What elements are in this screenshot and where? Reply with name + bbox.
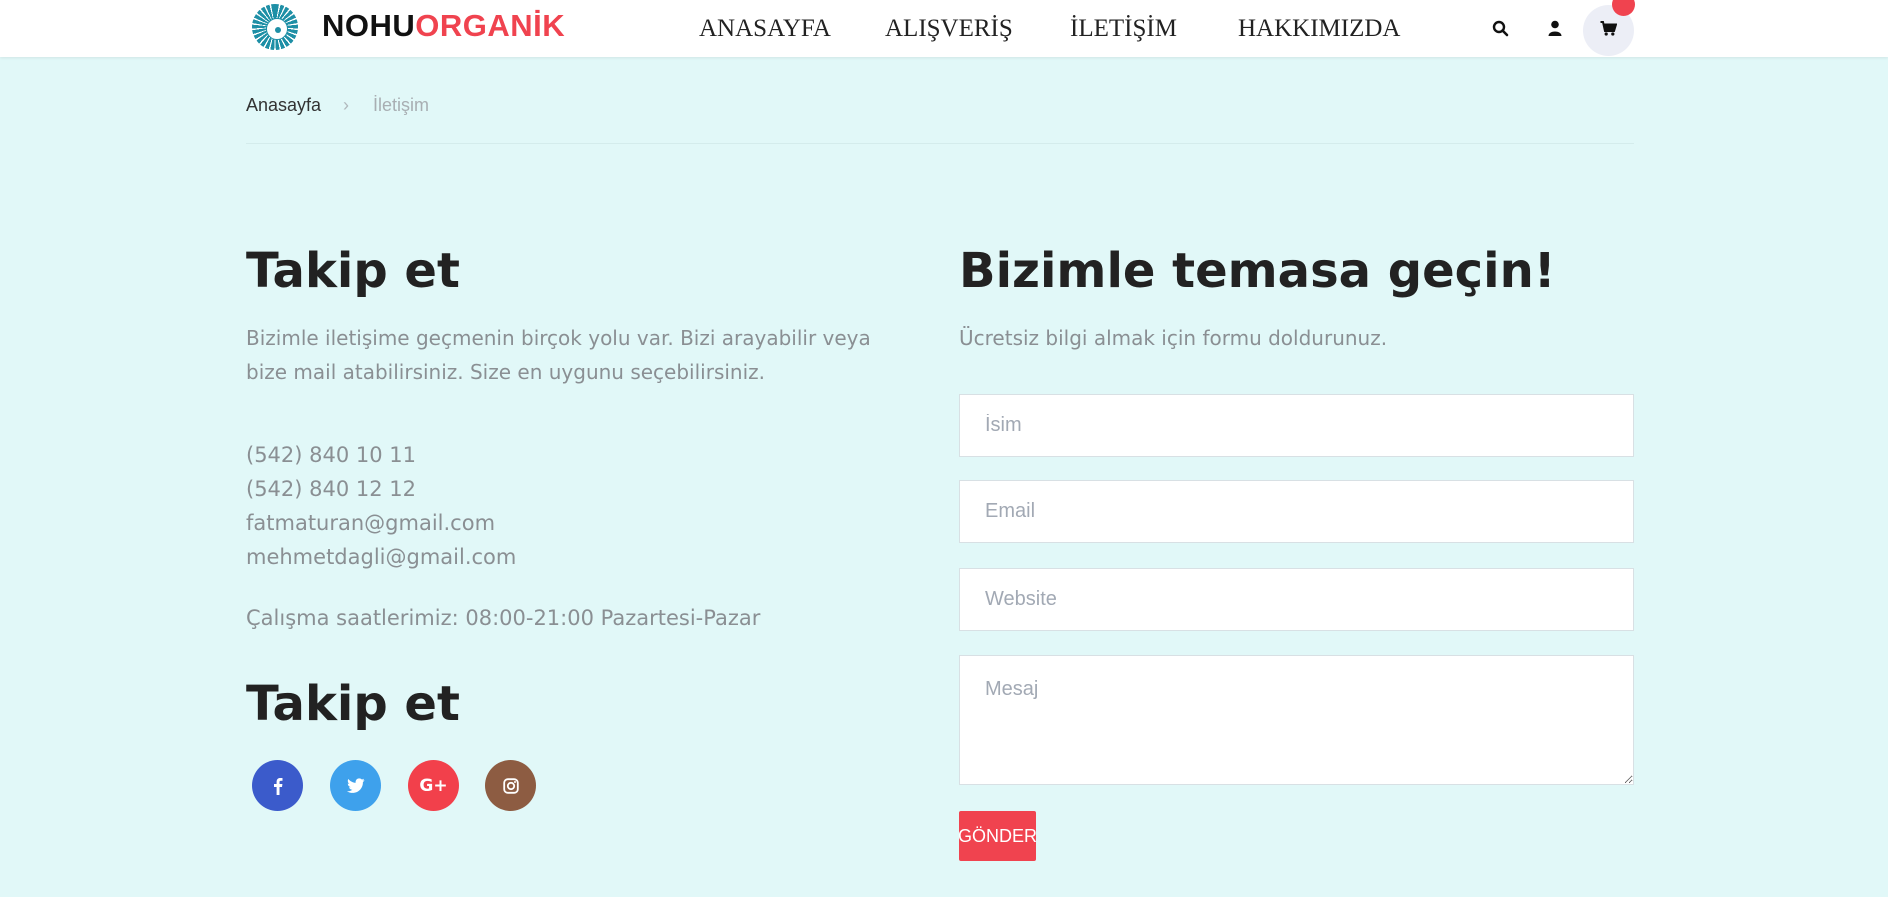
brand-part-2: ORGANİK xyxy=(415,8,566,43)
contact-form-title: Bizimle temasa geçin! xyxy=(959,243,1556,299)
nav-shop[interactable]: ALIŞVERİŞ xyxy=(885,14,1013,44)
email-1[interactable]: fatmaturan@gmail.com xyxy=(246,506,495,540)
name-field[interactable] xyxy=(959,394,1634,457)
phone-1[interactable]: (542) 840 10 11 xyxy=(246,438,416,472)
search-icon[interactable] xyxy=(1488,16,1512,40)
cart-icon xyxy=(1600,20,1618,41)
message-field[interactable] xyxy=(959,655,1634,785)
google-plus-glyph: G+ xyxy=(419,775,448,796)
follow-title: Takip et xyxy=(246,243,460,299)
facebook-icon[interactable] xyxy=(252,760,303,811)
phone-2[interactable]: (542) 840 12 12 xyxy=(246,472,416,506)
submit-button[interactable]: GÖNDER xyxy=(958,811,1037,861)
breadcrumb-divider xyxy=(246,143,1634,144)
email-field[interactable] xyxy=(959,480,1634,543)
breadcrumb-separator-icon: › xyxy=(343,95,349,115)
contact-description: Bizimle iletişime geçmenin birçok yolu v… xyxy=(246,326,871,384)
contact-form-subtitle: Ücretsiz bilgi almak için formu doldurun… xyxy=(959,326,1388,350)
nav-contact[interactable]: İLETİŞİM xyxy=(1070,14,1177,44)
website-field[interactable] xyxy=(959,568,1634,631)
nav-about[interactable]: HAKKIMIZDA xyxy=(1238,14,1400,44)
social-title: Takip et xyxy=(246,676,460,732)
brand-name[interactable]: NOHUORGANİK xyxy=(322,8,565,44)
logo-emblem-icon xyxy=(252,4,298,50)
site-logo[interactable] xyxy=(250,2,303,52)
brand-part-1: NOHU xyxy=(322,8,416,43)
google-plus-icon[interactable]: G+ xyxy=(408,760,459,811)
email-2[interactable]: mehmetdagli@gmail.com xyxy=(246,540,516,574)
instagram-icon[interactable] xyxy=(485,760,536,811)
breadcrumb-home[interactable]: Anasayfa xyxy=(246,94,321,116)
working-hours: Çalışma saatlerimiz: 08:00-21:00 Pazarte… xyxy=(246,606,761,630)
nav-home[interactable]: ANASAYFA xyxy=(699,14,831,44)
twitter-icon[interactable] xyxy=(330,760,381,811)
user-icon[interactable] xyxy=(1543,16,1567,40)
breadcrumb-current: İletişim xyxy=(373,95,430,115)
